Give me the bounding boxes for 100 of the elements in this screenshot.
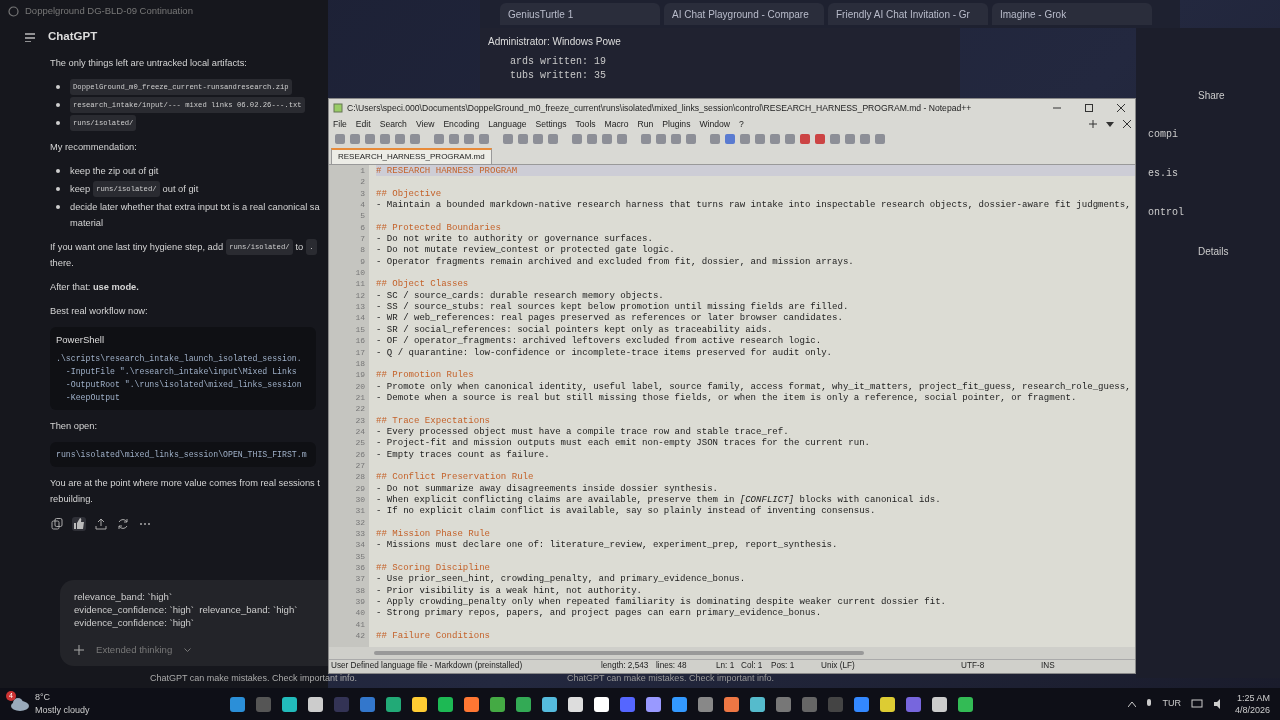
line-number: 26 bbox=[354, 448, 366, 460]
menu-item[interactable]: Language bbox=[488, 117, 527, 131]
scrollbar-thumb[interactable] bbox=[374, 651, 864, 655]
menu-item[interactable]: Macro bbox=[604, 117, 629, 131]
browser-tab[interactable]: AI Chat Playground - Compare bbox=[664, 3, 824, 25]
app-icon[interactable] bbox=[282, 696, 297, 712]
app-icon[interactable] bbox=[724, 696, 739, 712]
language-indicator[interactable]: TUR bbox=[1162, 697, 1181, 711]
app-icon[interactable] bbox=[932, 696, 947, 712]
text-line: to bbox=[295, 241, 304, 255]
status-text: lines: 48 bbox=[655, 660, 688, 673]
line-number: 19 bbox=[354, 369, 366, 381]
menu-icon[interactable] bbox=[24, 31, 36, 42]
menu-item[interactable]: Edit bbox=[355, 117, 371, 131]
menu-item[interactable]: Search bbox=[379, 117, 407, 131]
code-line: runs\isolated\mixed_links_session\OPEN_THIS_FIRST.m bbox=[56, 448, 308, 461]
terminal-tab[interactable]: Administrator: Windows Powe bbox=[480, 28, 960, 55]
app-icon[interactable] bbox=[412, 696, 427, 712]
line-number: 13 bbox=[354, 301, 366, 313]
menu-item[interactable]: Tools bbox=[575, 117, 596, 131]
app-icon[interactable] bbox=[958, 696, 973, 712]
line-number: 27 bbox=[354, 459, 366, 472]
chevron-up-icon[interactable] bbox=[1128, 701, 1137, 707]
copy-icon[interactable] bbox=[50, 516, 64, 531]
thumbs-up-icon[interactable] bbox=[72, 516, 86, 531]
model-selector[interactable]: ChatGPT bbox=[48, 28, 98, 46]
close-icon[interactable] bbox=[1123, 120, 1131, 128]
clock-date[interactable]: 4/8/2026 bbox=[1234, 704, 1270, 716]
line-number: 39 bbox=[354, 596, 366, 608]
thinking-mode-selector[interactable]: Extended thinking bbox=[96, 643, 173, 658]
menu-item[interactable]: Settings bbox=[535, 117, 567, 131]
heading-line: ## Trace Expectations bbox=[376, 414, 491, 426]
status-text: Col: 1 bbox=[740, 660, 764, 673]
bullet-icon bbox=[56, 187, 60, 192]
app-icon[interactable] bbox=[542, 696, 557, 712]
line-number: 34 bbox=[354, 539, 366, 551]
line-number: 23 bbox=[354, 414, 366, 426]
line-number: 42 bbox=[354, 630, 366, 642]
menu-item[interactable]: ? bbox=[739, 117, 744, 131]
menu-item[interactable]: Window bbox=[699, 117, 731, 131]
heading-line: ## Protected Boundaries bbox=[376, 221, 502, 234]
line-number: 10 bbox=[354, 267, 366, 279]
code-line: - Every processed object must have a compile trace row and stable trace_ref. bbox=[376, 425, 790, 438]
code-line: - Apply crowding_penalty only when repeated familiarity is dominating despite weaker current dossier fit. bbox=[376, 596, 948, 608]
text-line: keep the zip out of git bbox=[70, 165, 159, 179]
code-line: - OF / operator_fragments: archived leftovers excluded from active research logic. bbox=[376, 335, 823, 347]
app-icon[interactable] bbox=[880, 696, 895, 712]
app-icon[interactable] bbox=[750, 696, 765, 712]
app-icon[interactable] bbox=[308, 696, 323, 712]
app-icon[interactable] bbox=[490, 696, 505, 712]
menu-item[interactable]: Encoding bbox=[443, 117, 480, 131]
microphone-icon[interactable] bbox=[1146, 699, 1153, 709]
line-number: 11 bbox=[354, 278, 366, 290]
line-number: 5 bbox=[359, 210, 366, 222]
code-line: - When explicit conflicting claims are available, preserve them in [CONFLICT] blocks with canonical ids. bbox=[376, 493, 942, 506]
app-icon[interactable] bbox=[438, 696, 453, 712]
app-icon[interactable] bbox=[516, 696, 531, 712]
app-icon[interactable] bbox=[568, 696, 583, 712]
browser-tab[interactable]: GeniusTurtle 1 bbox=[500, 3, 660, 25]
details-button[interactable]: Details bbox=[1148, 244, 1270, 259]
close-icon[interactable] bbox=[1116, 103, 1126, 113]
share-icon[interactable] bbox=[94, 516, 108, 531]
browser-tab[interactable]: Imagine - Grok bbox=[992, 3, 1152, 25]
start-icon[interactable] bbox=[230, 696, 245, 712]
logo-icon bbox=[8, 5, 19, 17]
menu-item[interactable]: View bbox=[415, 117, 435, 131]
app-icon[interactable] bbox=[464, 696, 479, 712]
text-line: out of git bbox=[162, 183, 199, 197]
regenerate-icon[interactable] bbox=[116, 516, 130, 531]
bullet-icon bbox=[56, 121, 60, 126]
app-icon[interactable] bbox=[672, 696, 687, 712]
dropdown-icon[interactable] bbox=[1106, 120, 1114, 128]
temperature-text: 8°C bbox=[35, 690, 52, 704]
status-text: Ln: 1 bbox=[715, 660, 736, 673]
line-number: 18 bbox=[354, 357, 366, 370]
weather-text: Mostly cloudy bbox=[35, 704, 90, 717]
heading-line: ## Mission Phase Rule bbox=[376, 528, 491, 540]
code-line: - Strong primary repos, papers, and project pages can earn primary_evidence_bonus. bbox=[376, 607, 823, 619]
menu-item[interactable]: File bbox=[333, 117, 347, 131]
message-input[interactable]: relevance_band: `high` evidence_confidence: `high` relevance_band: `high` evidence_confidence: `high` Extended thinking bbox=[60, 580, 328, 666]
share-button[interactable]: Share bbox=[1148, 88, 1270, 103]
maximize-icon[interactable] bbox=[1084, 103, 1094, 113]
clock-time[interactable]: 1:25 AM bbox=[1234, 692, 1270, 704]
app-icon[interactable] bbox=[386, 696, 401, 712]
caret-icon[interactable] bbox=[184, 647, 192, 653]
menu-item[interactable]: Run bbox=[637, 117, 654, 131]
plus-icon[interactable] bbox=[74, 645, 84, 656]
status-text: User Defined language file - Markdown (preinstalled) bbox=[330, 660, 524, 673]
add-icon[interactable] bbox=[1089, 120, 1097, 128]
app-icon[interactable] bbox=[646, 696, 661, 712]
menu-item[interactable]: Plugins bbox=[662, 117, 691, 131]
code-line: - Empty traces count as failure. bbox=[376, 448, 551, 460]
cloud-icon bbox=[10, 697, 30, 711]
line-number: 31 bbox=[354, 505, 366, 517]
app-icon[interactable] bbox=[594, 696, 609, 712]
browser-tab[interactable]: Friendly AI Chat Invitation - Gr bbox=[828, 3, 988, 25]
line-number: 16 bbox=[354, 335, 366, 347]
file-tab[interactable]: RESEARCH_HARNESS_PROGRAM.md bbox=[331, 148, 492, 164]
network-icon[interactable] bbox=[1190, 699, 1203, 709]
text-line: Then open: bbox=[50, 419, 98, 433]
